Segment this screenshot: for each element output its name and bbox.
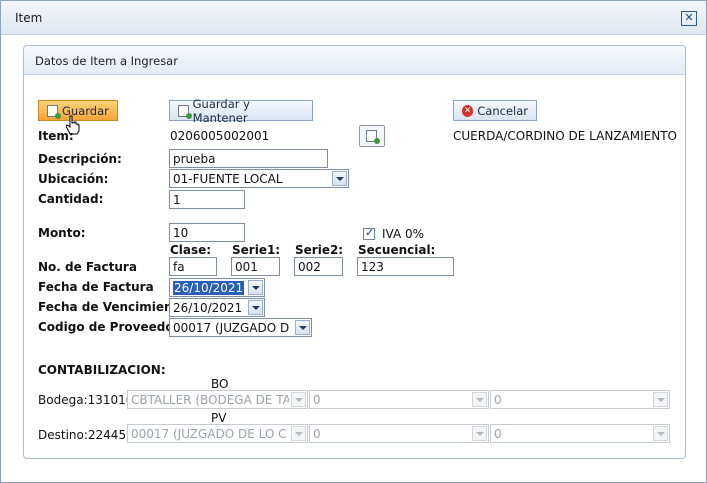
serie2-field[interactable]: 002 [294, 257, 343, 276]
chevron-down-icon[interactable] [291, 392, 306, 407]
monto-field[interactable]: 10 [169, 223, 245, 242]
descripcion-label: Descripción: [38, 152, 122, 166]
window-title: Item [15, 11, 43, 25]
calendar-dropdown-icon[interactable] [248, 280, 263, 295]
item-lookup-button[interactable] [359, 125, 385, 147]
proveedor-label: Codigo de Proveedor [38, 320, 180, 334]
serie2-label: Serie2: [295, 243, 344, 257]
item-label: Item: [38, 129, 74, 143]
pv-label: PV [211, 411, 227, 425]
destino-label: Destino:2244501 [38, 428, 142, 442]
destino-col3-value: 0 [494, 427, 502, 441]
save-and-keep-button[interactable]: Guardar y Mantener [169, 97, 313, 125]
fecha-vencimiento-value: 26/10/2021 [173, 301, 243, 315]
proveedor-select[interactable]: 00017 (JUZGADO D [169, 318, 312, 337]
chevron-down-icon[interactable] [332, 171, 347, 186]
fecha-factura-label: Fecha de Factura [38, 280, 154, 294]
iva-label: IVA 0% [382, 227, 425, 241]
bo-label: BO [211, 377, 229, 391]
destino-col3-select[interactable]: 0 [490, 424, 670, 443]
calendar-dropdown-icon[interactable] [248, 300, 263, 315]
clase-label: Clase: [170, 243, 212, 257]
item-dialog: Item ✕ Datos de Item a Ingresar Guardar … [0, 0, 707, 483]
fecha-factura-picker[interactable]: 26/10/2021 [169, 278, 265, 297]
destino-col2-value: 0 [313, 427, 321, 441]
ubicacion-label: Ubicación: [38, 172, 109, 186]
save-keep-button-label: Guardar y Mantener [192, 96, 250, 125]
secuencial-field[interactable]: 123 [357, 257, 454, 276]
chevron-down-icon[interactable] [291, 426, 306, 441]
chevron-down-icon[interactable] [653, 392, 668, 407]
factura-label: No. de Factura [38, 260, 137, 274]
ubicacion-select[interactable]: 01-FUENTE LOCAL [169, 169, 349, 188]
cantidad-label: Cantidad: [38, 192, 104, 206]
chevron-down-icon[interactable] [653, 426, 668, 441]
descripcion-field[interactable]: prueba [169, 149, 328, 168]
destino-select[interactable]: 00017 (JUZGADO DE LO C [127, 424, 308, 443]
cantidad-field[interactable]: 1 [169, 190, 245, 209]
panel-title: Datos de Item a Ingresar [35, 54, 178, 68]
bodega-select[interactable]: CBTALLER (BODEGA DE TA [127, 390, 308, 409]
title-bar[interactable]: Item ✕ [1, 1, 706, 35]
serie1-label: Serie1: [232, 243, 281, 257]
secuencial-label: Secuencial: [358, 243, 436, 257]
close-icon[interactable]: ✕ [681, 11, 697, 26]
fecha-vencimiento-label: Fecha de Vencimiento [38, 300, 187, 314]
clase-field[interactable]: fa [169, 257, 217, 276]
document-icon [366, 130, 380, 144]
item-description-text: CUERDA/CORDINO DE LANZAMIENTO [453, 129, 677, 143]
monto-label: Monto: [38, 226, 86, 240]
proveedor-value: 00017 (JUZGADO D [173, 321, 290, 335]
save-icon [47, 104, 61, 119]
chevron-down-icon[interactable] [295, 320, 310, 335]
bodega-col3-value: 0 [494, 393, 502, 407]
bodega-col2-value: 0 [313, 393, 321, 407]
bodega-col2-select[interactable]: 0 [309, 390, 489, 409]
ubicacion-value: 01-FUENTE LOCAL [173, 172, 283, 186]
fecha-factura-value: 26/10/2021 [173, 281, 245, 295]
bodega-value: CBTALLER (BODEGA DE TA [131, 393, 289, 407]
save-keep-icon [178, 104, 192, 119]
destino-col2-select[interactable]: 0 [309, 424, 489, 443]
chevron-down-icon[interactable] [472, 426, 487, 441]
bodega-label: Bodega:1310102 [38, 393, 142, 407]
contabilizacion-heading: CONTABILIZACION: [38, 363, 166, 377]
destino-value: 00017 (JUZGADO DE LO C [131, 427, 287, 441]
item-code: 0206005002001 [170, 129, 270, 143]
panel-header: Datos de Item a Ingresar [24, 46, 685, 75]
cancel-button[interactable]: ✕ Cancelar [453, 100, 537, 121]
cancel-icon: ✕ [462, 104, 474, 117]
chevron-down-icon[interactable] [472, 392, 487, 407]
serie1-field[interactable]: 001 [231, 257, 280, 276]
fecha-vencimiento-picker[interactable]: 26/10/2021 [169, 298, 265, 317]
iva-checkbox[interactable] [363, 226, 375, 240]
bodega-col3-select[interactable]: 0 [490, 390, 670, 409]
cancel-button-label: Cancelar [477, 103, 528, 118]
